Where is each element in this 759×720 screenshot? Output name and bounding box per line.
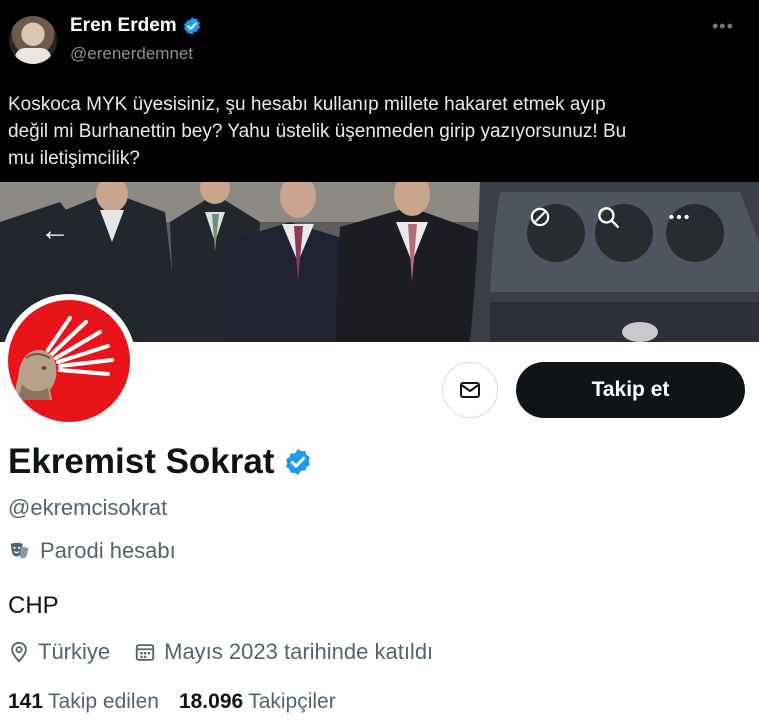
followers-link[interactable]: 18.096 Takipçiler — [179, 690, 336, 714]
profile-meta: Türkiye Mayıs 2023 tarihinde katıldı — [8, 639, 457, 665]
verified-badge-icon — [183, 17, 200, 35]
tweet-author-name-row[interactable]: Eren Erdem — [70, 15, 202, 37]
followers-label: Takipçiler — [248, 690, 336, 713]
following-label: Takip edilen — [48, 690, 159, 713]
tweet-text-line: değil mi Burhanettin bey? Yahu üstelik ü… — [8, 121, 627, 142]
join-date-item: Mayıs 2023 tarihinde katıldı — [134, 639, 433, 665]
following-count: 141 — [8, 690, 44, 713]
tweet-author-handle[interactable]: @erenerdemnet — [70, 44, 193, 64]
location-pin-icon — [11, 641, 27, 663]
profile-handle: @ekremcisokrat — [8, 495, 168, 520]
parody-text: Parodi hesabı — [40, 538, 176, 563]
location-text: Türkiye — [38, 639, 111, 664]
tweet-author-name[interactable]: Eren Erdem — [70, 15, 177, 37]
more-options-icon[interactable] — [666, 204, 724, 262]
follow-button[interactable]: Takip et — [516, 362, 745, 418]
profile-name-row: Ekremist Sokrat — [8, 442, 313, 482]
back-arrow-icon[interactable]: ← — [38, 214, 72, 248]
followers-count: 18.096 — [178, 690, 244, 713]
following-link[interactable]: 141 Takip edilen — [8, 690, 159, 714]
join-date-text: Mayıs 2023 tarihinde katıldı — [164, 639, 434, 664]
search-icon[interactable] — [595, 204, 653, 262]
block-view-icon[interactable] — [527, 204, 585, 262]
tweet-text-line: Koskoca MYK üyesisiniz, şu hesabı kullan… — [8, 94, 606, 115]
mail-icon — [460, 382, 480, 398]
profile-avatar[interactable] — [2, 294, 136, 428]
tweet-author-avatar[interactable] — [9, 16, 57, 64]
verified-badge-icon[interactable] — [283, 447, 313, 477]
tweet-text: Koskoca MYK üyesisiniz, şu hesabı kullan… — [8, 91, 748, 172]
profile-stats: 141 Takip edilen 18.096 Takipçiler — [8, 690, 336, 714]
profile-name: Ekremist Sokrat — [8, 442, 275, 481]
more-horizontal-icon[interactable]: ••• — [712, 16, 734, 37]
location-item: Türkiye — [8, 639, 110, 665]
party-logo-icon — [15, 316, 114, 400]
tweet-text-line: mu iletişimcilik? — [8, 148, 140, 169]
calendar-icon — [135, 644, 155, 661]
theater-masks-icon — [10, 542, 29, 559]
tweet-card: Eren Erdem @erenerdemnet ••• Koskoca MYK… — [0, 0, 759, 182]
profile-bio: CHP — [8, 592, 59, 619]
parody-label: Parodi hesabı — [8, 538, 176, 564]
message-button[interactable] — [442, 362, 498, 418]
